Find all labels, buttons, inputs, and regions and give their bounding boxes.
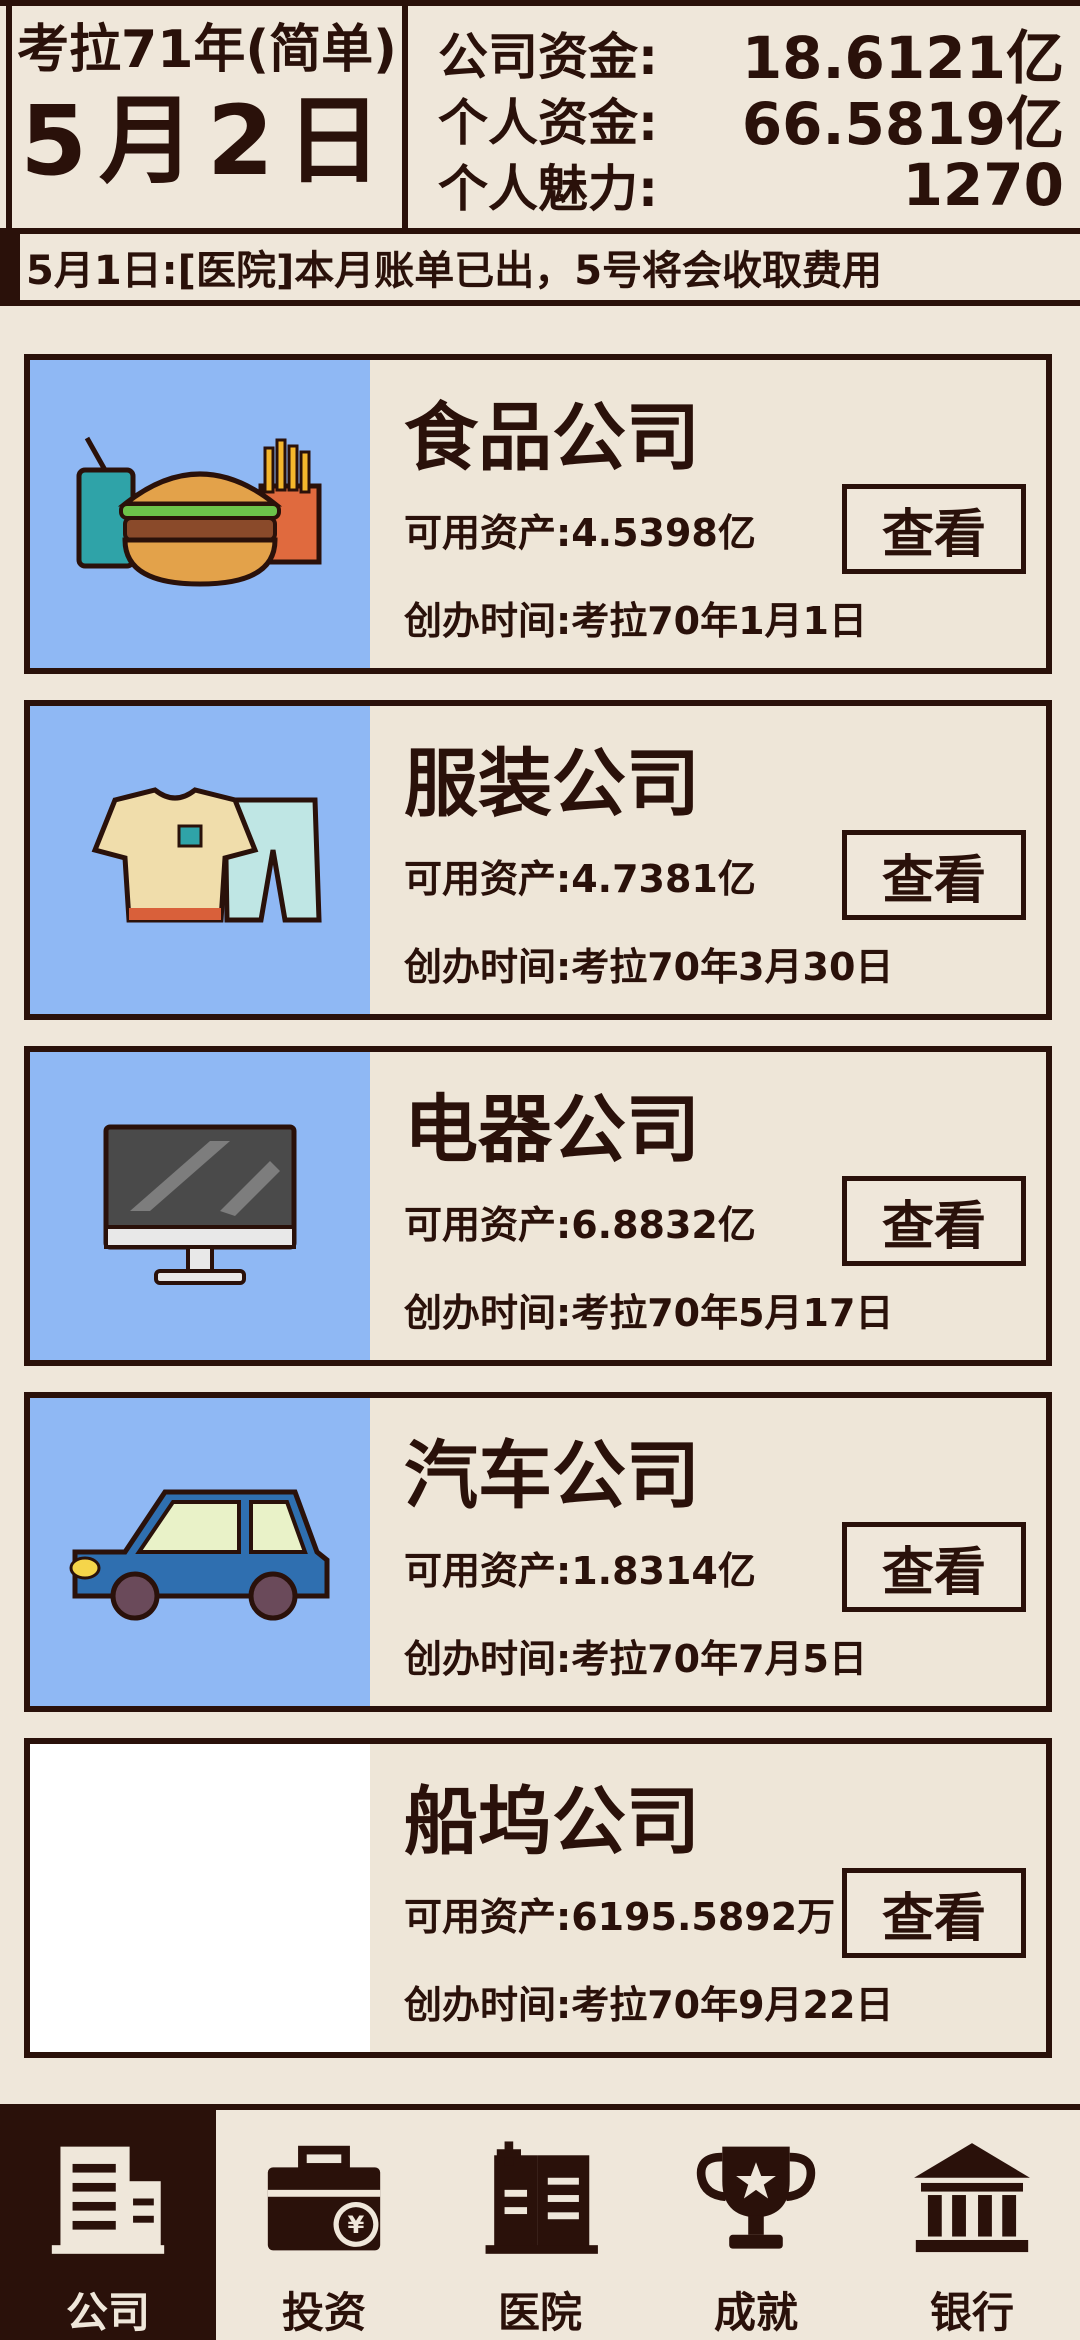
nav-label: 公司 — [65, 2288, 150, 2337]
hospital-icon — [485, 2141, 598, 2254]
company-name: 服装公司 — [404, 741, 700, 827]
nav-item-bank[interactable]: 银行 — [864, 2110, 1080, 2340]
company-name: 食品公司 — [404, 395, 700, 481]
company-name: 船坞公司 — [404, 1779, 700, 1865]
company-name: 电器公司 — [404, 1087, 700, 1173]
stats-panel: 公司资金: 18.6121亿 个人资金: 66.5819亿 个人魅力: 1270 — [438, 20, 1064, 220]
company-assets: 可用资产:6.8832亿 — [404, 1203, 756, 1247]
company-founded: 创办时间:考拉70年1月1日 — [404, 599, 867, 643]
company-card-clothing: 服装公司 可用资产:4.7381亿 创办时间:考拉70年3月30日 查看 — [24, 700, 1052, 1020]
stat-label: 个人魅力: — [438, 160, 658, 218]
company-image — [30, 706, 370, 1014]
company-founded: 创办时间:考拉70年7月5日 — [404, 1637, 867, 1681]
stat-charisma: 个人魅力: 1270 — [438, 151, 1064, 219]
nav-item-achievements[interactable]: 成就 — [648, 2110, 864, 2340]
clothing-icon — [91, 787, 322, 923]
company-assets: 可用资产:4.7381亿 — [404, 857, 756, 901]
bank-icon — [914, 2143, 1030, 2253]
company-image — [30, 1398, 370, 1706]
briefcase-yen-icon: ¥ — [267, 2145, 381, 2251]
date-box: 考拉71年(简单) 5月2日 — [6, 6, 408, 234]
stat-value: 1270 — [902, 151, 1064, 219]
company-assets: 可用资产:1.8314亿 — [404, 1549, 756, 1593]
date-label: 5月2日 — [20, 85, 394, 197]
view-button[interactable]: 查看 — [842, 484, 1026, 574]
nav-label: 医院 — [497, 2288, 582, 2337]
header: 考拉71年(简单) 5月2日 公司资金: 18.6121亿 个人资金: 66.5… — [0, 0, 1080, 234]
car-icon — [69, 1489, 330, 1621]
stat-label: 公司资金: — [438, 28, 658, 86]
view-button[interactable]: 查看 — [842, 1176, 1026, 1266]
nav-item-investment[interactable]: ¥ 投资 — [216, 2110, 432, 2340]
notice-bar[interactable]: 5月1日:[医院]本月账单已出，5号将会收取费用 — [0, 234, 1080, 306]
nav-item-company[interactable]: 公司 — [0, 2110, 216, 2340]
trophy-icon — [696, 2146, 816, 2249]
bottom-nav: 公司 ¥ 投资 医院 成就 银行 — [0, 2104, 1080, 2340]
stat-label: 个人资金: — [438, 94, 658, 152]
company-card-automobile: 汽车公司 可用资产:1.8314亿 创办时间:考拉70年7月5日 查看 — [24, 1392, 1052, 1712]
company-founded: 创办时间:考拉70年9月22日 — [404, 1983, 894, 2027]
nav-label: 银行 — [929, 2288, 1014, 2337]
company-card-food: 食品公司 可用资产:4.5398亿 创办时间:考拉70年1月1日 查看 — [24, 354, 1052, 674]
fast-food-icon — [76, 436, 322, 587]
notice-accent — [0, 234, 20, 300]
company-building-icon — [51, 2146, 165, 2254]
company-assets: 可用资产:6195.5892万 — [404, 1895, 836, 1939]
company-image — [30, 1744, 370, 2052]
company-founded: 创办时间:考拉70年3月30日 — [404, 945, 894, 989]
company-image — [30, 1052, 370, 1360]
svg-text:¥: ¥ — [348, 2211, 365, 2239]
view-button[interactable]: 查看 — [842, 1522, 1026, 1612]
nav-label: 成就 — [713, 2288, 798, 2337]
stat-personal-funds: 个人资金: 66.5819亿 — [438, 86, 1064, 158]
stat-value: 66.5819亿 — [741, 90, 1064, 158]
company-assets: 可用资产:4.5398亿 — [404, 511, 756, 555]
nav-item-hospital[interactable]: 医院 — [432, 2110, 648, 2340]
notice-text: 5月1日:[医院]本月账单已出，5号将会收取费用 — [26, 248, 883, 294]
company-card-shipyard: 船坞公司 可用资产:6195.5892万 创办时间:考拉70年9月22日 查看 — [24, 1738, 1052, 2058]
monitor-icon — [103, 1124, 297, 1285]
view-button[interactable]: 查看 — [842, 830, 1026, 920]
company-name: 汽车公司 — [404, 1433, 700, 1519]
view-button[interactable]: 查看 — [842, 1868, 1026, 1958]
company-founded: 创办时间:考拉70年5月17日 — [404, 1291, 894, 1335]
year-label: 考拉71年(简单) — [17, 20, 397, 80]
nav-label: 投资 — [281, 2288, 366, 2337]
company-card-electronics: 电器公司 可用资产:6.8832亿 创办时间:考拉70年5月17日 查看 — [24, 1046, 1052, 1366]
company-image — [30, 360, 370, 668]
